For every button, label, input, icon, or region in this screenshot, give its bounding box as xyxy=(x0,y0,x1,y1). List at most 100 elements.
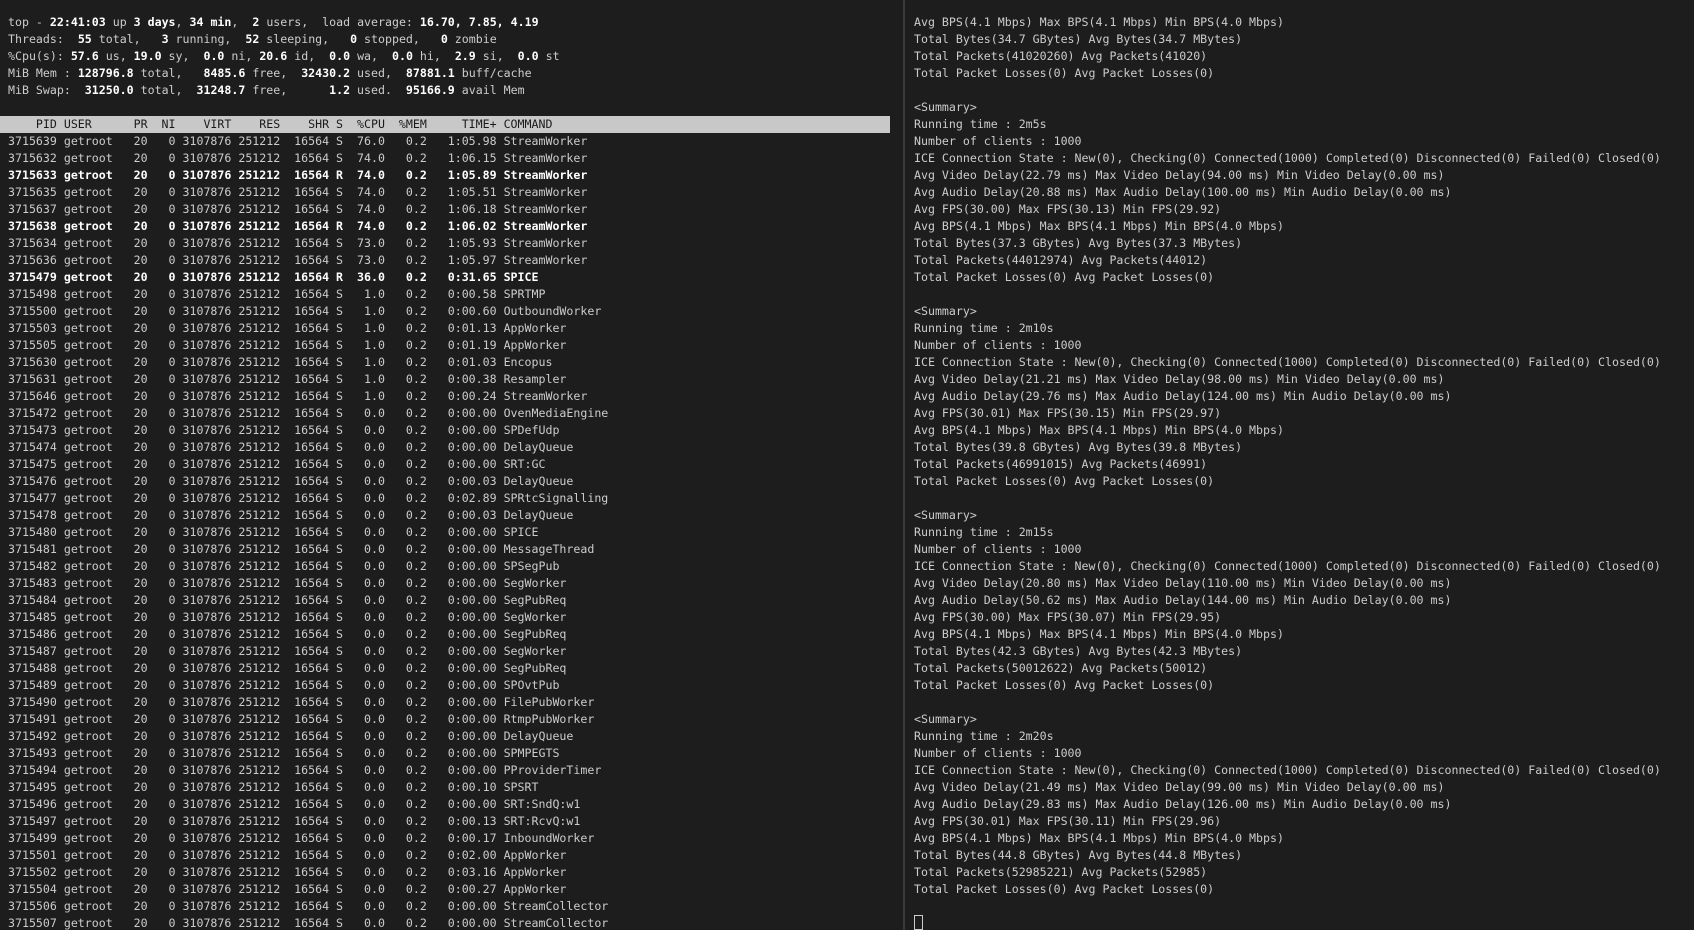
top-summary-value: 95166.9 xyxy=(406,83,455,97)
process-row: 3715499 getroot 20 0 3107876 251212 1656… xyxy=(0,830,903,847)
process-row: 3715477 getroot 20 0 3107876 251212 1656… xyxy=(0,490,903,507)
top-summary-label: id, xyxy=(287,49,329,63)
log-line: Avg FPS(30.00) Max FPS(30.13) Min FPS(29… xyxy=(914,201,1694,218)
log-line: Running time : 2m10s xyxy=(914,320,1694,337)
process-row: 3715494 getroot 20 0 3107876 251212 1656… xyxy=(0,762,903,779)
log-line: Avg Audio Delay(50.62 ms) Max Audio Dela… xyxy=(914,592,1694,609)
process-row: 3715635 getroot 20 0 3107876 251212 1656… xyxy=(0,184,903,201)
top-summary-label: avail Mem xyxy=(455,83,525,97)
top-summary-label: wa, xyxy=(350,49,392,63)
log-pane[interactable]: Avg BPS(4.1 Mbps) Max BPS(4.1 Mbps) Min … xyxy=(905,0,1694,930)
process-row: 3715482 getroot 20 0 3107876 251212 1656… xyxy=(0,558,903,575)
top-summary-label: st xyxy=(539,49,560,63)
process-row: 3715634 getroot 20 0 3107876 251212 1656… xyxy=(0,235,903,252)
log-line: Avg Video Delay(21.21 ms) Max Video Dela… xyxy=(914,371,1694,388)
log-line: Total Packets(41020260) Avg Packets(4102… xyxy=(914,48,1694,65)
process-row: 3715497 getroot 20 0 3107876 251212 1656… xyxy=(0,813,903,830)
process-row: 3715480 getroot 20 0 3107876 251212 1656… xyxy=(0,524,903,541)
process-row: 3715483 getroot 20 0 3107876 251212 1656… xyxy=(0,575,903,592)
process-row: 3715632 getroot 20 0 3107876 251212 1656… xyxy=(0,150,903,167)
process-table-header: PID USER PR NI VIRT RES SHR S %CPU %MEM … xyxy=(0,116,890,133)
top-summary-value: 0.0 xyxy=(203,49,224,63)
process-row: 3715484 getroot 20 0 3107876 251212 1656… xyxy=(0,592,903,609)
process-row: 3715489 getroot 20 0 3107876 251212 1656… xyxy=(0,677,903,694)
top-summary-value: 0.0 xyxy=(518,49,539,63)
process-table: 3715639 getroot 20 0 3107876 251212 1656… xyxy=(0,133,903,930)
process-row: 3715474 getroot 20 0 3107876 251212 1656… xyxy=(0,439,903,456)
blank-line xyxy=(914,898,1694,915)
log-line: Total Packet Losses(0) Avg Packet Losses… xyxy=(914,65,1694,82)
log-line: Total Packets(50012622) Avg Packets(5001… xyxy=(914,660,1694,677)
process-row: 3715500 getroot 20 0 3107876 251212 1656… xyxy=(0,303,903,320)
blank-line xyxy=(914,694,1694,711)
process-row: 3715481 getroot 20 0 3107876 251212 1656… xyxy=(0,541,903,558)
log-line: Total Packets(52985221) Avg Packets(5298… xyxy=(914,864,1694,881)
process-row: 3715646 getroot 20 0 3107876 251212 1656… xyxy=(0,388,903,405)
log-line: ICE Connection State : New(0), Checking(… xyxy=(914,150,1694,167)
top-summary-label: zombie xyxy=(448,32,497,46)
blank-line xyxy=(914,286,1694,303)
top-summary-label: top - xyxy=(8,15,50,29)
process-row: 3715638 getroot 20 0 3107876 251212 1656… xyxy=(0,218,903,235)
process-row: 3715502 getroot 20 0 3107876 251212 1656… xyxy=(0,864,903,881)
process-row: 3715475 getroot 20 0 3107876 251212 1656… xyxy=(0,456,903,473)
process-row: 3715485 getroot 20 0 3107876 251212 1656… xyxy=(0,609,903,626)
log-line: Avg BPS(4.1 Mbps) Max BPS(4.1 Mbps) Min … xyxy=(914,218,1694,235)
summary-title: <Summary> xyxy=(914,507,1694,524)
top-summary-label: sy, xyxy=(162,49,204,63)
top-summary-line: MiB Swap: 31250.0 total, 31248.7 free, 1… xyxy=(0,82,903,99)
log-line: Total Bytes(37.3 GBytes) Avg Bytes(37.3 … xyxy=(914,235,1694,252)
process-row: 3715501 getroot 20 0 3107876 251212 1656… xyxy=(0,847,903,864)
top-summary-label: sleeping, xyxy=(259,32,350,46)
log-line: Number of clients : 1000 xyxy=(914,337,1694,354)
process-row: 3715636 getroot 20 0 3107876 251212 1656… xyxy=(0,252,903,269)
top-summary-label: used, xyxy=(350,66,406,80)
log-line: Running time : 2m20s xyxy=(914,728,1694,745)
top-summary-label: total, xyxy=(134,83,197,97)
top-summary-value: 2 xyxy=(252,15,266,29)
top-summary-value: 57.6 xyxy=(71,49,99,63)
top-summary-label: up xyxy=(106,15,134,29)
blank-line xyxy=(0,99,903,116)
log-line: Total Packets(44012974) Avg Packets(4401… xyxy=(914,252,1694,269)
top-pane[interactable]: top - 22:41:03 up 3 days, 34 min, 2 user… xyxy=(0,0,905,930)
log-line: Avg BPS(4.1 Mbps) Max BPS(4.1 Mbps) Min … xyxy=(914,626,1694,643)
top-summary-label: , xyxy=(176,15,190,29)
top-summary-label: hi, xyxy=(413,49,455,63)
process-row: 3715496 getroot 20 0 3107876 251212 1656… xyxy=(0,796,903,813)
top-summary-label: us, xyxy=(99,49,134,63)
process-row: 3715639 getroot 20 0 3107876 251212 1656… xyxy=(0,133,903,150)
top-summary-label: free, xyxy=(245,83,329,97)
top-summary-line: Threads: 55 total, 3 running, 52 sleepin… xyxy=(0,31,903,48)
log-line: Total Bytes(39.8 GBytes) Avg Bytes(39.8 … xyxy=(914,439,1694,456)
top-summary-value: 19.0 xyxy=(134,49,162,63)
log-line: Total Bytes(44.8 GBytes) Avg Bytes(44.8 … xyxy=(914,847,1694,864)
process-row: 3715506 getroot 20 0 3107876 251212 1656… xyxy=(0,898,903,915)
process-row: 3715492 getroot 20 0 3107876 251212 1656… xyxy=(0,728,903,745)
process-row: 3715490 getroot 20 0 3107876 251212 1656… xyxy=(0,694,903,711)
log-line: ICE Connection State : New(0), Checking(… xyxy=(914,762,1694,779)
blank-line xyxy=(914,490,1694,507)
top-summary-label: MiB Mem : xyxy=(8,66,78,80)
process-row: 3715473 getroot 20 0 3107876 251212 1656… xyxy=(0,422,903,439)
process-row: 3715630 getroot 20 0 3107876 251212 1656… xyxy=(0,354,903,371)
process-row: 3715498 getroot 20 0 3107876 251212 1656… xyxy=(0,286,903,303)
top-summary-line: MiB Mem : 128796.8 total, 8485.6 free, 3… xyxy=(0,65,903,82)
process-row: 3715504 getroot 20 0 3107876 251212 1656… xyxy=(0,881,903,898)
log-line: Total Packet Losses(0) Avg Packet Losses… xyxy=(914,269,1694,286)
top-summary-value: 0.0 xyxy=(329,49,350,63)
log-line: Total Bytes(34.7 GBytes) Avg Bytes(34.7 … xyxy=(914,31,1694,48)
process-row: 3715478 getroot 20 0 3107876 251212 1656… xyxy=(0,507,903,524)
process-row: 3715505 getroot 20 0 3107876 251212 1656… xyxy=(0,337,903,354)
log-output: Avg BPS(4.1 Mbps) Max BPS(4.1 Mbps) Min … xyxy=(914,14,1694,930)
process-row: 3715493 getroot 20 0 3107876 251212 1656… xyxy=(0,745,903,762)
log-line: Avg FPS(30.01) Max FPS(30.15) Min FPS(29… xyxy=(914,405,1694,422)
process-row: 3715476 getroot 20 0 3107876 251212 1656… xyxy=(0,473,903,490)
log-line: Avg Video Delay(21.49 ms) Max Video Dela… xyxy=(914,779,1694,796)
top-summary-label: si, xyxy=(476,49,518,63)
top-summary-value: 31248.7 xyxy=(196,83,245,97)
top-summary-label: total, xyxy=(92,32,162,46)
log-line: Total Packet Losses(0) Avg Packet Losses… xyxy=(914,881,1694,898)
log-line: Total Bytes(42.3 GBytes) Avg Bytes(42.3 … xyxy=(914,643,1694,660)
log-line: Avg Audio Delay(20.88 ms) Max Audio Dela… xyxy=(914,184,1694,201)
